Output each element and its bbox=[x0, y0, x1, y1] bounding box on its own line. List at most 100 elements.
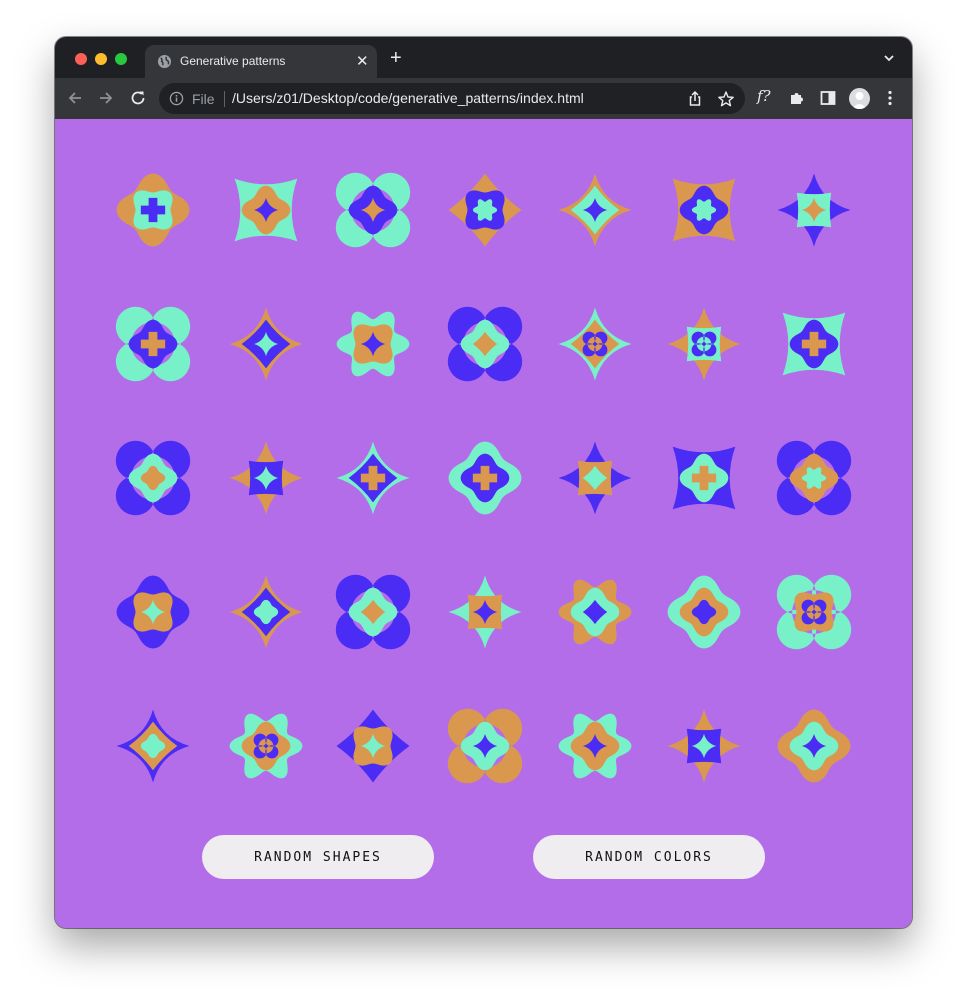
pattern-shape bbox=[336, 709, 410, 783]
pattern-tile bbox=[115, 708, 191, 784]
tab-generative-patterns[interactable]: Generative patterns ✕ bbox=[145, 45, 377, 78]
tab-title: Generative patterns bbox=[180, 54, 286, 68]
pattern-tile bbox=[228, 172, 304, 248]
pattern-tile bbox=[447, 708, 523, 784]
pattern-tile bbox=[666, 440, 742, 516]
pattern-shape bbox=[229, 441, 303, 515]
pattern-tile bbox=[776, 306, 852, 382]
pattern-shape bbox=[782, 312, 846, 376]
pattern-shape bbox=[116, 173, 190, 247]
pattern-tile bbox=[557, 708, 633, 784]
pattern-shape bbox=[558, 307, 632, 381]
pattern-shape bbox=[558, 579, 632, 645]
pattern-shape bbox=[229, 713, 303, 779]
pattern-shape bbox=[776, 440, 852, 516]
pattern-shape bbox=[448, 173, 522, 247]
pattern-tile bbox=[666, 306, 742, 382]
font-extension-icon[interactable]: f? bbox=[757, 87, 771, 105]
pattern-shape bbox=[116, 575, 190, 649]
pattern-tile bbox=[335, 306, 411, 382]
pattern-tile bbox=[115, 440, 191, 516]
pattern-shape bbox=[776, 574, 852, 650]
new-tab-icon[interactable]: + bbox=[390, 48, 402, 68]
pattern-tile bbox=[557, 574, 633, 650]
pattern-tile bbox=[115, 574, 191, 650]
url-separator bbox=[224, 91, 225, 107]
pattern-tile bbox=[666, 708, 742, 784]
page-content: RANDOM SHAPES RANDOM COLORS bbox=[55, 119, 912, 928]
pattern-tile bbox=[776, 172, 852, 248]
side-panel-icon[interactable] bbox=[819, 89, 837, 107]
pattern-shape bbox=[115, 440, 191, 516]
pattern-tile bbox=[335, 708, 411, 784]
pattern-tile bbox=[557, 172, 633, 248]
pattern-shape bbox=[777, 173, 851, 247]
close-tab-icon[interactable]: ✕ bbox=[356, 54, 369, 69]
profile-avatar[interactable] bbox=[849, 88, 870, 109]
extensions-puzzle-icon[interactable] bbox=[788, 89, 806, 107]
forward-icon[interactable] bbox=[97, 89, 115, 107]
pattern-shape bbox=[335, 172, 411, 248]
pattern-tile bbox=[335, 440, 411, 516]
url-text[interactable]: /Users/z01/Desktop/code/generative_patte… bbox=[232, 90, 584, 106]
pattern-shape bbox=[672, 446, 736, 510]
pattern-tile bbox=[447, 172, 523, 248]
pattern-tile bbox=[666, 172, 742, 248]
pattern-tile bbox=[776, 574, 852, 650]
kebab-menu-icon[interactable] bbox=[881, 89, 899, 107]
pattern-tile bbox=[557, 440, 633, 516]
back-icon[interactable] bbox=[66, 89, 84, 107]
pattern-tile bbox=[335, 574, 411, 650]
pattern-shape bbox=[335, 574, 411, 650]
pattern-tile bbox=[557, 306, 633, 382]
pattern-shape bbox=[558, 173, 632, 247]
pattern-tile bbox=[115, 172, 191, 248]
pattern-shape bbox=[229, 575, 303, 649]
pattern-shape bbox=[667, 709, 741, 783]
pattern-shape bbox=[447, 708, 523, 784]
pattern-shape bbox=[116, 709, 190, 783]
pattern-shape bbox=[447, 306, 523, 382]
pattern-shape bbox=[558, 713, 632, 779]
reload-icon[interactable] bbox=[129, 89, 147, 107]
pattern-tile bbox=[447, 574, 523, 650]
url-scheme-label: File bbox=[192, 91, 215, 107]
pattern-tile bbox=[115, 306, 191, 382]
pattern-tile bbox=[447, 440, 523, 516]
bookmark-star-icon[interactable] bbox=[717, 90, 735, 108]
maximize-window-button[interactable] bbox=[115, 53, 127, 65]
pattern-tile bbox=[776, 708, 852, 784]
pattern-shape bbox=[448, 441, 522, 515]
pattern-shape bbox=[667, 307, 741, 381]
close-window-button[interactable] bbox=[75, 53, 87, 65]
pattern-tile bbox=[228, 708, 304, 784]
pattern-tile bbox=[335, 172, 411, 248]
browser-window: Generative patterns ✕ + File /Users/z01/… bbox=[55, 37, 912, 928]
chevron-down-icon[interactable] bbox=[883, 52, 895, 64]
pattern-shape bbox=[777, 709, 851, 783]
minimize-window-button[interactable] bbox=[95, 53, 107, 65]
pattern-shape bbox=[336, 441, 410, 515]
pattern-shape bbox=[672, 178, 736, 242]
globe-icon bbox=[157, 54, 172, 69]
address-bar[interactable]: File /Users/z01/Desktop/code/generative_… bbox=[159, 83, 745, 114]
random-shapes-button[interactable]: RANDOM SHAPES bbox=[202, 835, 434, 879]
pattern-tile bbox=[228, 440, 304, 516]
pattern-tile bbox=[228, 574, 304, 650]
pattern-shape bbox=[667, 575, 741, 649]
info-icon[interactable] bbox=[169, 91, 184, 106]
share-icon[interactable] bbox=[686, 90, 704, 108]
pattern-shape bbox=[115, 306, 191, 382]
random-colors-button[interactable]: RANDOM COLORS bbox=[533, 835, 765, 879]
tab-strip: Generative patterns ✕ + bbox=[55, 37, 912, 78]
pattern-tile bbox=[776, 440, 852, 516]
pattern-tile bbox=[228, 306, 304, 382]
pattern-shape bbox=[234, 178, 298, 242]
toolbar: File /Users/z01/Desktop/code/generative_… bbox=[55, 78, 912, 120]
pattern-shape bbox=[558, 441, 632, 515]
pattern-shape bbox=[448, 575, 522, 649]
pattern-tile bbox=[447, 306, 523, 382]
pattern-tile bbox=[666, 574, 742, 650]
pattern-shape bbox=[229, 307, 303, 381]
pattern-shape bbox=[336, 311, 410, 377]
